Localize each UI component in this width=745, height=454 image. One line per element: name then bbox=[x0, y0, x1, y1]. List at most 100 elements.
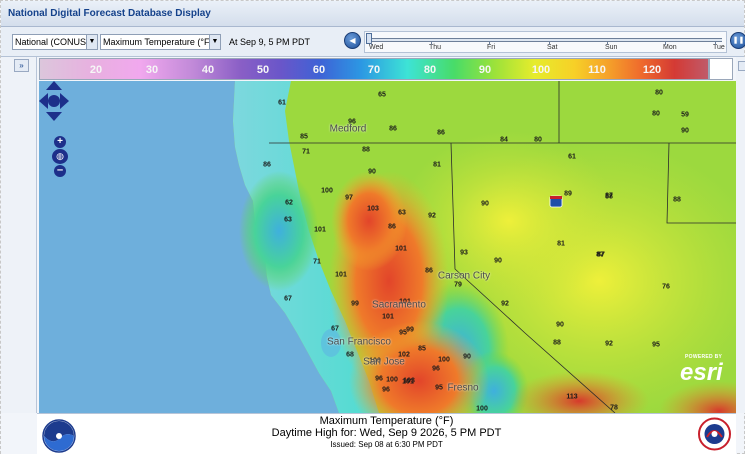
pan-left-icon[interactable] bbox=[39, 93, 48, 109]
temperature-label: 103 bbox=[367, 205, 379, 213]
step-back-button[interactable]: ◀ bbox=[344, 32, 361, 49]
legend-label: 110 bbox=[588, 64, 606, 76]
footer-issued: Issued: Sep 08 at 6:30 PM PDT bbox=[330, 440, 443, 449]
temperature-label: 80 bbox=[534, 136, 542, 144]
pan-up-icon[interactable] bbox=[46, 81, 62, 90]
temperature-label: 62 bbox=[285, 199, 293, 207]
timeline-day-label: Sat bbox=[547, 44, 558, 51]
temperature-label: 90 bbox=[681, 127, 689, 135]
temperature-label: 96 bbox=[375, 375, 383, 383]
temperature-label: 99 bbox=[406, 326, 414, 334]
pan-control[interactable] bbox=[39, 81, 69, 121]
timeline-day-label: Wed bbox=[369, 44, 384, 51]
temperature-label: 100 bbox=[386, 376, 398, 384]
temperature-label: 86 bbox=[437, 129, 445, 137]
esri-attribution: POWERED BY esri bbox=[679, 354, 731, 386]
temperature-label: 101 bbox=[335, 271, 347, 279]
legend-label: 120 bbox=[642, 64, 662, 76]
legend-label: 100 bbox=[531, 64, 551, 76]
ndfd-display-window: National Digital Forecast Database Displ… bbox=[0, 0, 745, 454]
footer-title: Maximum Temperature (°F) bbox=[319, 415, 454, 427]
toolbar: National (CONUS ▼ Maximum Temperature (°… bbox=[1, 27, 745, 57]
pan-down-icon[interactable] bbox=[46, 112, 62, 121]
temperature-label: 84 bbox=[500, 136, 508, 144]
temperature-label: 92 bbox=[428, 212, 436, 220]
legend-label: 50 bbox=[256, 64, 270, 76]
temperature-label: 93 bbox=[460, 249, 468, 257]
temperature-label: 81 bbox=[433, 161, 441, 169]
timeline-tick bbox=[489, 42, 490, 45]
right-panel-strip bbox=[736, 57, 745, 413]
city-label: San Francisco bbox=[327, 336, 391, 348]
temperature-label: 65 bbox=[378, 91, 386, 99]
temperature-label: 76 bbox=[662, 283, 670, 291]
step-back-icon: ◀ bbox=[349, 36, 356, 45]
timeline-day-label: Mon bbox=[663, 44, 677, 51]
temperature-label: 78 bbox=[610, 404, 618, 412]
zoom-in-button[interactable]: + bbox=[54, 136, 66, 148]
temperature-legend: 20 30 40 50 60 70 80 90 100 110 120 bbox=[39, 58, 709, 80]
left-panel-strip bbox=[1, 57, 37, 413]
temperature-label: 86 bbox=[389, 125, 397, 133]
temperature-label: 101 bbox=[314, 226, 326, 234]
play-forward-button[interactable]: ❚❚ bbox=[730, 32, 745, 49]
temperature-label: 88 bbox=[605, 193, 613, 201]
temperature-label: 90 bbox=[481, 200, 489, 208]
timeline-day-label: Sun bbox=[605, 44, 618, 51]
element-select-value: Maximum Temperature (°F bbox=[103, 37, 210, 47]
temperature-label: 89 bbox=[564, 190, 572, 198]
temperature-label: 96 bbox=[382, 386, 390, 394]
temperature-label: 71 bbox=[302, 148, 310, 156]
right-panel-toggle[interactable] bbox=[738, 61, 745, 71]
city-label: San Jose bbox=[363, 356, 405, 368]
plus-icon: + bbox=[57, 136, 63, 147]
temperature-label: 86 bbox=[388, 223, 396, 231]
temperature-label: 90 bbox=[368, 168, 376, 176]
zoom-out-button[interactable]: – bbox=[54, 165, 66, 177]
element-select[interactable]: Maximum Temperature (°F ▼ bbox=[100, 34, 221, 50]
temperature-label: 90 bbox=[556, 321, 564, 329]
legend-label: 20 bbox=[89, 64, 103, 76]
temperature-label: 63 bbox=[284, 216, 292, 224]
legend-label: 40 bbox=[201, 64, 215, 76]
temperature-label: 59 bbox=[681, 111, 689, 119]
temperature-label: 99 bbox=[351, 300, 359, 308]
time-slider-track[interactable] bbox=[369, 38, 722, 42]
title-bar: National Digital Forecast Database Displ… bbox=[1, 1, 744, 27]
footer-daytime: Daytime High for: Wed, Sep 9 2026, 5 PM … bbox=[271, 427, 502, 439]
expand-panel-button[interactable]: » bbox=[14, 59, 29, 72]
temperature-label: 100 bbox=[476, 405, 488, 413]
timeline-tick bbox=[431, 42, 432, 45]
temperature-label: 68 bbox=[346, 351, 354, 359]
temperature-label: 88 bbox=[673, 196, 681, 204]
city-label: Carson City bbox=[437, 270, 491, 282]
temperature-label: 67 bbox=[284, 295, 292, 303]
city-label: Sacramento bbox=[372, 299, 426, 311]
timeline-day-label: Tue bbox=[713, 44, 725, 51]
temperature-label: 100 bbox=[438, 356, 450, 364]
temperature-label: 80 bbox=[655, 89, 663, 97]
timeline-tick bbox=[607, 42, 608, 45]
full-extent-button[interactable]: ◍ bbox=[52, 149, 68, 164]
time-slider[interactable]: Wed Thu Fri Sat Sun Mon Tue bbox=[364, 31, 727, 53]
timeline-tick bbox=[549, 42, 550, 45]
timeline-day-label: Fri bbox=[487, 44, 496, 51]
temperature-label: 80 bbox=[652, 110, 660, 118]
chevron-down-icon[interactable]: ▼ bbox=[209, 35, 220, 49]
forecast-map[interactable]: 61 65 85 96 86 86 84 80 80 80 59 90 71 88 81 61 86 90 89 87… bbox=[39, 81, 736, 413]
legend-label: 70 bbox=[367, 64, 381, 76]
region-select[interactable]: National (CONUS ▼ bbox=[12, 34, 98, 50]
temperature-label: 61 bbox=[278, 99, 286, 107]
timeline-tick bbox=[371, 42, 372, 45]
temperature-label: 71 bbox=[313, 258, 321, 266]
temperature-label: 85 bbox=[300, 133, 308, 141]
temperature-label: 92 bbox=[605, 340, 613, 348]
pan-right-icon[interactable] bbox=[60, 93, 69, 109]
temperature-label: 101 bbox=[382, 313, 394, 321]
minus-icon: – bbox=[56, 164, 64, 176]
chevron-down-icon[interactable]: ▼ bbox=[86, 35, 97, 49]
temperature-label: 86 bbox=[425, 267, 433, 275]
legend-label: 30 bbox=[145, 64, 159, 76]
interstate-shield bbox=[549, 195, 563, 208]
valid-time-label: At Sep 9, 5 PM PDT bbox=[229, 37, 311, 47]
